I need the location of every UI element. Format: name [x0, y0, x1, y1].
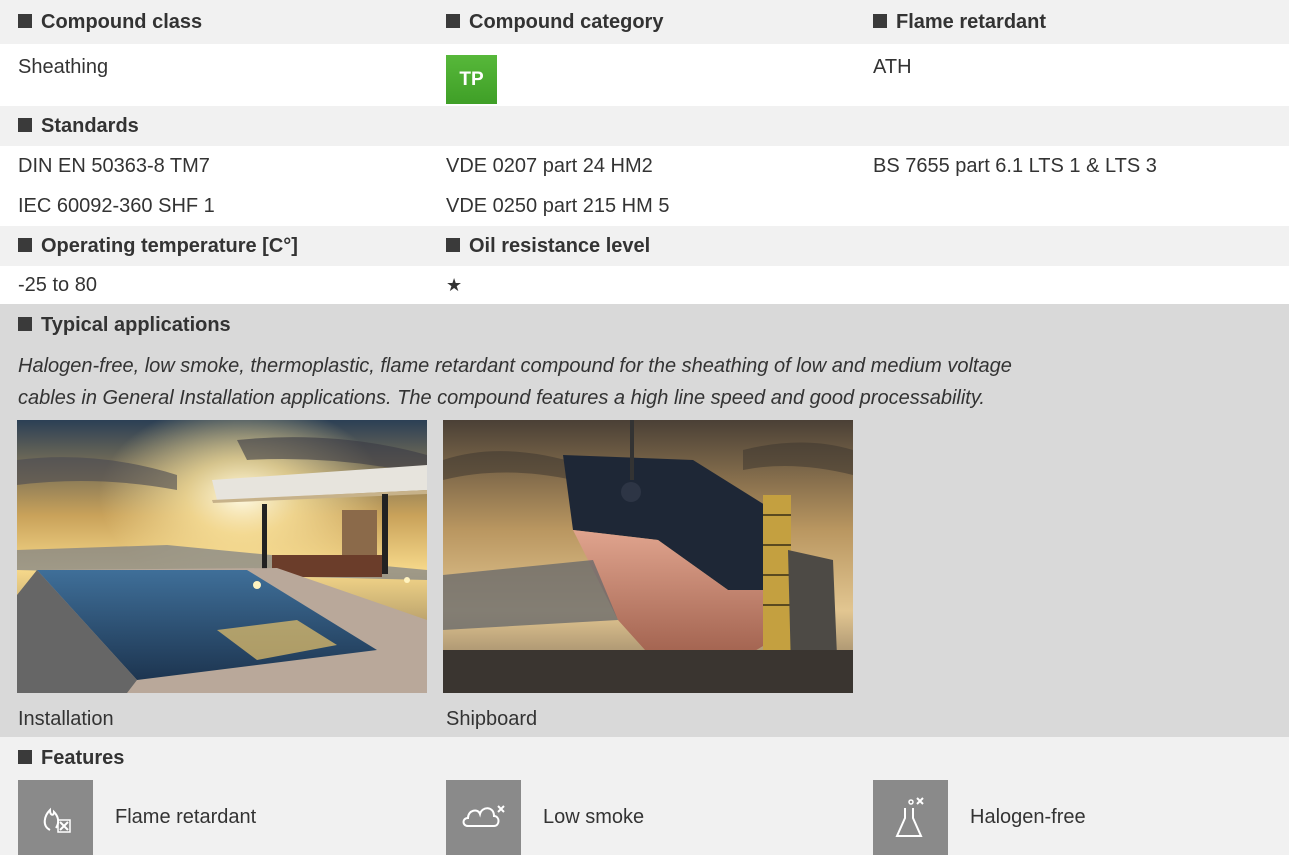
- feature-label: Low smoke: [543, 806, 645, 828]
- operating-temperature-heading: Operating temperature [C°]: [18, 226, 298, 266]
- flame-retardant-value: ATH: [873, 56, 912, 78]
- typical-applications-description: Halogen-free, low smoke, thermoplastic, …: [18, 355, 1012, 409]
- temperature-header-row: Operating temperature [C°] Oil resistanc…: [0, 226, 1289, 266]
- properties-value-row: Sheathing TP ATH: [0, 44, 1289, 106]
- bullet-square-icon: [18, 118, 32, 132]
- temperature-value-row: -25 to 80 ★: [0, 266, 1289, 304]
- bullet-square-icon: [873, 14, 887, 28]
- bullet-square-icon: [18, 238, 32, 252]
- standards-heading: Standards: [18, 106, 139, 146]
- feature-label: Halogen-free: [970, 806, 1086, 828]
- standard-item: IEC 60092-360 SHF 1: [18, 194, 215, 217]
- standard-item: VDE 0207 part 24 HM2: [446, 154, 653, 177]
- compound-class-heading: Compound class: [18, 0, 202, 44]
- installation-photo: [17, 420, 427, 693]
- standard-item: DIN EN 50363-8 TM7: [18, 154, 210, 177]
- bullet-square-icon: [18, 14, 32, 28]
- operating-temperature-value: -25 to 80: [18, 273, 97, 296]
- installation-caption: Installation: [18, 707, 114, 730]
- feature-item: Low smoke: [446, 780, 644, 855]
- low-smoke-icon: [446, 780, 521, 855]
- feature-item: Halogen-free: [873, 780, 1086, 855]
- bullet-square-icon: [18, 750, 32, 764]
- standards-row: IEC 60092-360 SHF 1 VDE 0250 part 215 HM…: [0, 186, 1289, 226]
- installation-photo-graphic: [17, 420, 427, 693]
- properties-header-row: Compound class Compound category Flame r…: [0, 0, 1289, 44]
- typical-applications-heading: Typical applications: [18, 310, 231, 340]
- standards-row: DIN EN 50363-8 TM7 VDE 0207 part 24 HM2 …: [0, 146, 1289, 186]
- oil-resistance-heading: Oil resistance level: [446, 226, 650, 266]
- standard-item: VDE 0250 part 215 HM 5: [446, 194, 670, 217]
- typical-applications-section: Typical applications Halogen-free, low s…: [0, 304, 1289, 737]
- shipboard-photo-graphic: [443, 420, 853, 693]
- bullet-square-icon: [18, 317, 32, 331]
- shipboard-caption: Shipboard: [446, 707, 538, 730]
- flame-retardant-icon: [18, 780, 93, 855]
- tp-badge: TP: [446, 55, 497, 104]
- standard-item: BS 7655 part 6.1 LTS 1 & LTS 3: [873, 154, 1157, 177]
- feature-label: Flame retardant: [115, 806, 257, 828]
- flame-retardant-heading: Flame retardant: [873, 0, 1046, 44]
- features-section: Features Flame retardant Low smoke Halog…: [0, 737, 1289, 855]
- compound-category-heading: Compound category: [446, 0, 663, 44]
- features-heading: Features: [18, 741, 124, 775]
- halogen-free-icon: [873, 780, 948, 855]
- shipboard-photo: [443, 420, 853, 693]
- feature-item: Flame retardant: [18, 780, 256, 855]
- compound-category-value: TP: [446, 44, 497, 106]
- oil-resistance-star-icon: ★: [446, 274, 463, 295]
- bullet-square-icon: [446, 14, 460, 28]
- standards-header-row: Standards: [0, 106, 1289, 146]
- bullet-square-icon: [446, 238, 460, 252]
- compound-class-value: Sheathing: [18, 56, 109, 78]
